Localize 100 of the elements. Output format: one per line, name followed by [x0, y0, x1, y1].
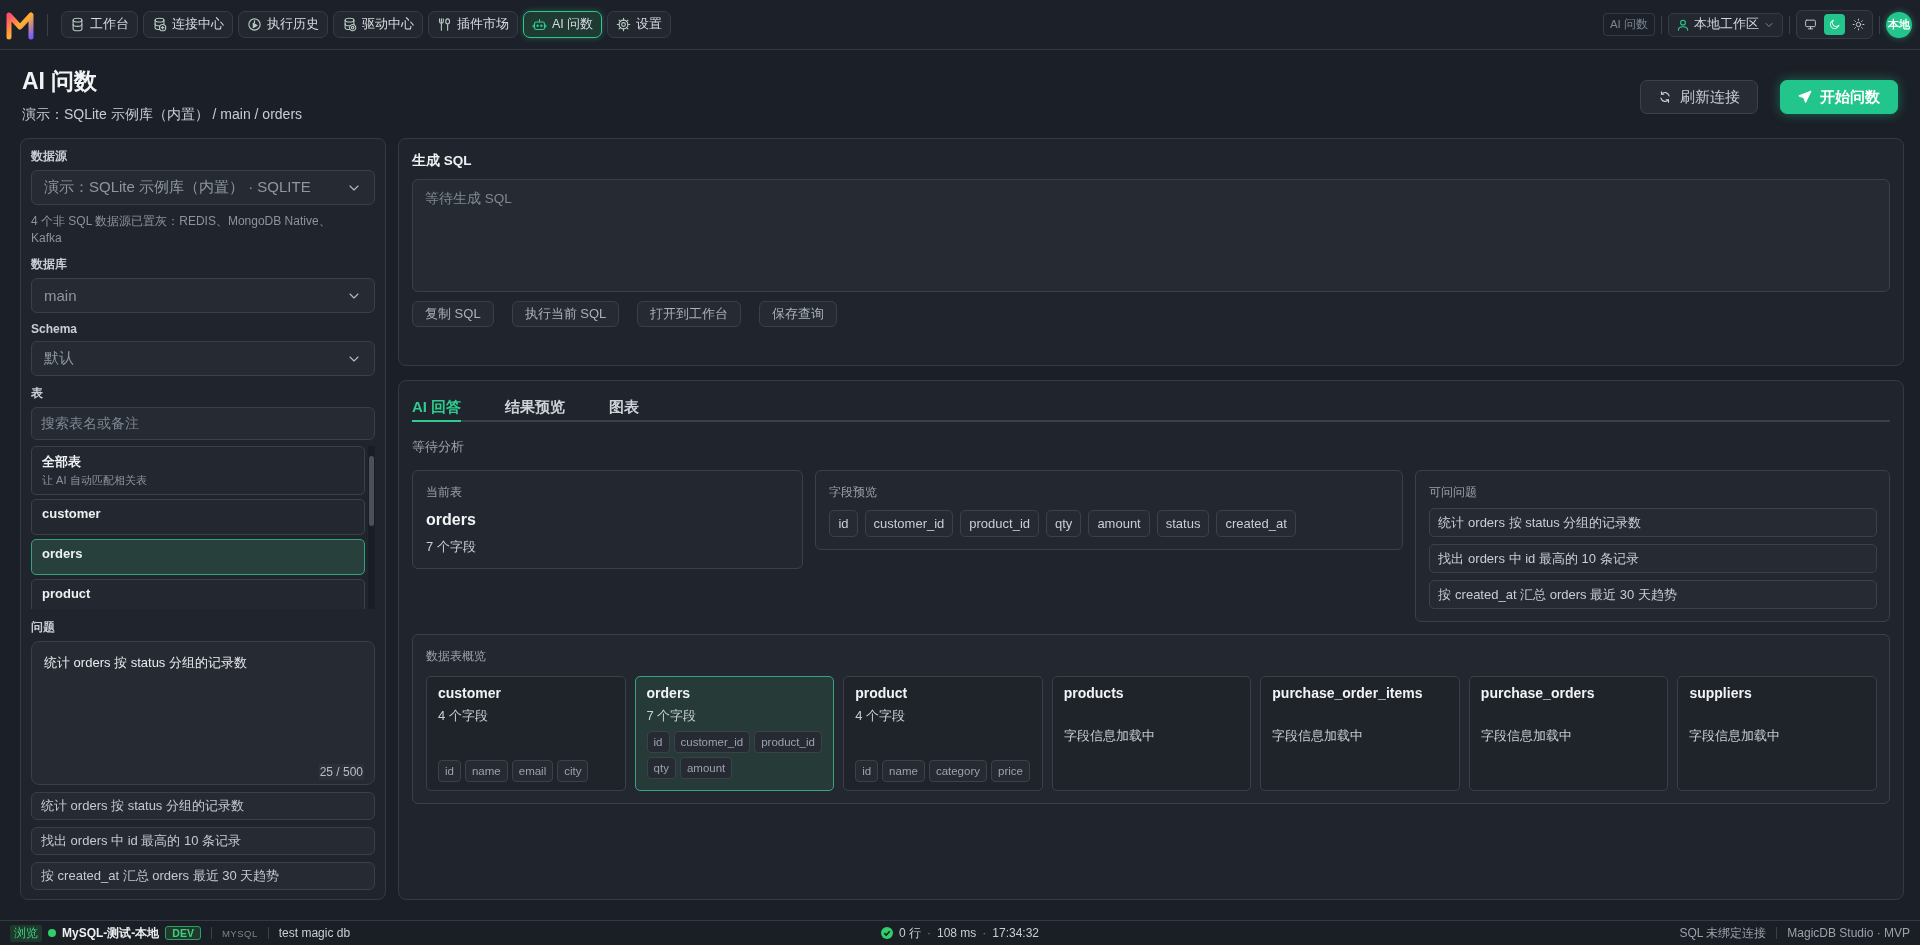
app-version: MagicDB Studio · MVP — [1787, 926, 1910, 940]
logo-icon[interactable] — [6, 9, 34, 40]
table-card[interactable]: suppliers 字段信息加载中 — [1677, 676, 1877, 791]
nav-tab[interactable]: 设置 — [607, 11, 672, 38]
nav-tab[interactable]: 连接中心 — [143, 11, 233, 38]
database-plus-icon — [152, 17, 167, 32]
table-name: products — [1063, 685, 1125, 701]
datasource-select[interactable]: 演示：SQLite 示例库（内置） · SQLITE — [31, 170, 375, 205]
table-list-item[interactable]: orders — [31, 539, 365, 575]
action-button[interactable]: 复制 SQL — [412, 301, 494, 327]
separator-dot: · — [982, 926, 987, 940]
table-card[interactable]: orders 7 个字段 id customer_id product_id qty amount — [634, 676, 835, 791]
action-button[interactable]: 打开到工作台 — [637, 301, 742, 327]
workspace-select[interactable]: 本地工作区 — [1668, 12, 1783, 37]
field-label: 表 — [31, 385, 44, 402]
field-tag: amount — [679, 757, 733, 779]
field-label: Schema — [31, 322, 79, 336]
search-field[interactable]: 搜索表名或备注 — [31, 407, 375, 440]
question-button[interactable]: 按 created_at 汇总 orders 最近 30 天趋势 — [1429, 580, 1877, 609]
field-tag: name — [882, 760, 925, 782]
table-name: purchase_orders — [1480, 685, 1596, 701]
refresh-icon — [1658, 90, 1672, 104]
send-icon — [1798, 90, 1812, 104]
field-count: 7 个字段 — [646, 707, 698, 725]
loading-text: 字段信息加载中 — [1063, 727, 1156, 745]
refresh-button[interactable]: 刷新连接 — [1640, 80, 1758, 114]
card-label: 数据表概览 — [426, 648, 487, 665]
nav-tab[interactable]: 驱动中心 — [333, 11, 423, 38]
breadcrumb: 演示：SQLite 示例库（内置） / main / orders — [22, 106, 303, 124]
field-tag: product_id — [960, 510, 1040, 537]
tab[interactable]: AI 回答 — [412, 394, 462, 422]
loading-text: 字段信息加载中 — [1272, 727, 1365, 745]
field-tag: price — [991, 760, 1030, 782]
schema-select[interactable]: 默认 — [31, 341, 375, 376]
status-text: 等待分析 — [412, 438, 465, 456]
table-list-item[interactable]: customer — [31, 499, 365, 535]
field-tag: id — [438, 760, 461, 782]
database-name: test magic db — [278, 926, 351, 940]
table-card[interactable]: customer 4 个字段 id name email city — [426, 676, 626, 791]
nav-tab[interactable]: 执行历史 — [238, 11, 328, 38]
table-list-item[interactable]: product — [31, 579, 365, 609]
settings-icon — [616, 17, 632, 32]
table-name: customer — [438, 685, 503, 701]
field-tag: product_id — [754, 731, 822, 753]
table-name: product — [855, 685, 909, 701]
question-button[interactable]: 找出 orders 中 id 最高的 10 条记录 — [1429, 544, 1877, 573]
field-tag: id — [829, 510, 858, 537]
field-tag: customer_id — [673, 731, 751, 753]
page-chip: AI 问数 — [1602, 13, 1655, 36]
field-tag: amount — [1088, 510, 1150, 537]
sql-editor[interactable]: 等待生成 SQL — [412, 179, 1890, 292]
sun-icon — [1852, 18, 1865, 31]
question-button[interactable]: 统计 orders 按 status 分组的记录数 — [1429, 508, 1877, 537]
action-button[interactable]: 保存查询 — [759, 301, 838, 327]
separator-dot: · — [926, 926, 931, 940]
connection-status-dot — [48, 929, 56, 937]
database-icon — [70, 17, 85, 32]
field-tag: created_at — [1216, 510, 1296, 537]
field-tag: id — [646, 731, 670, 753]
tab[interactable]: 结果预览 — [505, 394, 566, 422]
tab[interactable]: 图表 — [609, 394, 640, 422]
field-tag: name — [464, 760, 508, 782]
sql-binding-status: SQL 未绑定连接 — [1679, 924, 1767, 942]
table-name: purchase_order_items — [1272, 685, 1424, 701]
card-label: 字段预览 — [829, 484, 879, 501]
success-icon — [880, 927, 893, 939]
table-name: orders — [426, 511, 477, 529]
database-select[interactable]: main — [31, 278, 375, 313]
action-button[interactable]: 执行当前 SQL — [511, 301, 620, 327]
table-name: suppliers — [1689, 685, 1753, 701]
nav-tab[interactable]: 插件市场 — [428, 11, 518, 38]
db-type: MYSQL — [221, 927, 258, 939]
table-card[interactable]: purchase_orders 字段信息加载中 — [1468, 676, 1669, 791]
field-tag: qty — [1046, 510, 1082, 537]
loading-text: 字段信息加载中 — [1689, 727, 1782, 745]
field-tag: city — [557, 760, 589, 782]
theme-button[interactable] — [1824, 14, 1845, 35]
status-metric: 0 行 — [898, 924, 921, 942]
field-count: 4 个字段 — [855, 707, 906, 725]
table-card[interactable]: products 字段信息加载中 — [1051, 676, 1252, 791]
nav-tab[interactable]: AI 问数 — [523, 11, 603, 38]
panel-title: 生成 SQL — [412, 152, 473, 170]
table-name: orders — [646, 685, 692, 701]
field-tag: id — [855, 760, 879, 782]
card-label: 当前表 — [426, 484, 463, 501]
user-icon — [1676, 17, 1690, 32]
field-count: 7 个字段 — [426, 538, 477, 556]
table-card[interactable]: product 4 个字段 id name category price — [843, 676, 1043, 791]
status-metric: 17:34:32 — [992, 926, 1040, 940]
env-badge: DEV — [165, 926, 201, 940]
loading-text: 字段信息加载中 — [1480, 727, 1573, 745]
scrollbar[interactable] — [368, 446, 375, 609]
field-tag: qty — [646, 757, 676, 779]
hint-text: 4 个非 SQL 数据源已置灰：REDIS、MongoDB Native、Kafka — [31, 213, 332, 247]
field-label: 数据源 — [31, 148, 68, 165]
nav-tab[interactable]: 工作台 — [61, 11, 138, 38]
table-list-item[interactable]: 全部表 让 AI 自动匹配相关表 — [31, 446, 365, 495]
field-count: 4 个字段 — [438, 707, 489, 725]
page-title: AI 问数 — [22, 67, 99, 96]
table-card[interactable]: purchase_order_items 字段信息加载中 — [1260, 676, 1460, 791]
